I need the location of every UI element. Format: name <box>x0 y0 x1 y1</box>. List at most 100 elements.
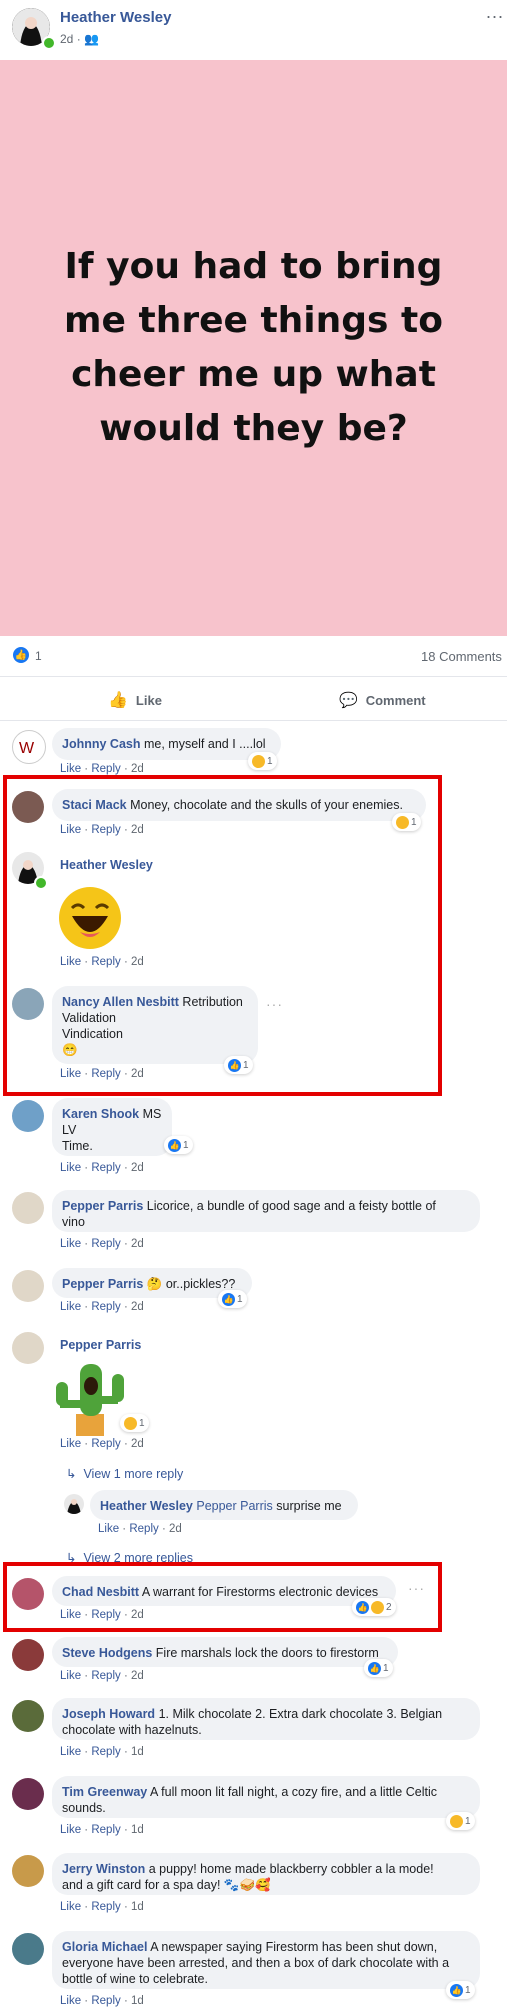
comment-like-link[interactable]: Like <box>60 1901 81 1913</box>
commenter-name[interactable]: Chad Nesbitt <box>62 1585 139 1599</box>
comment-reply-link[interactable]: Reply <box>91 1746 120 1758</box>
commenter-name[interactable]: Pepper Parris <box>62 1199 143 1213</box>
comment-text-line: and a gift card for a spa day! 🐾🥪🥰 <box>62 1878 271 1892</box>
comment-like-link[interactable]: Like <box>60 1162 81 1174</box>
comment-reply-link[interactable]: Reply <box>91 1670 120 1682</box>
commenter-name[interactable]: Johnny Cash <box>62 737 141 751</box>
comment-like-link[interactable]: Like <box>60 1995 81 2007</box>
comment-reply-link[interactable]: Reply <box>91 824 120 836</box>
commenter-name[interactable]: Joseph Howard <box>62 1707 155 1721</box>
comment-like-link[interactable]: Like <box>60 1609 81 1621</box>
comment-like-link[interactable]: Like <box>98 1523 119 1535</box>
comment-like-link[interactable]: Like <box>60 1824 81 1836</box>
comment-reply-link[interactable]: Reply <box>91 1068 120 1080</box>
commenter-avatar[interactable] <box>12 1855 44 1887</box>
comment-button[interactable]: 💬 Comment <box>339 680 426 720</box>
cactus-sticker[interactable] <box>48 1356 132 1438</box>
comment-reply-link[interactable]: Reply <box>91 1301 120 1313</box>
commenter-name[interactable]: Nancy Allen Nesbitt <box>62 995 179 1009</box>
comment-reactions[interactable]: 👍 1 <box>164 1136 193 1154</box>
commenter-avatar[interactable]: W <box>12 730 46 764</box>
commenter-avatar[interactable] <box>64 1494 84 1514</box>
comment-time: 2d <box>130 1438 144 1450</box>
post-more-options-button[interactable]: ... <box>486 2 504 23</box>
post-image[interactable]: If you had to bring me three things to c… <box>0 60 507 636</box>
comment-reactions[interactable]: 1 <box>248 752 277 770</box>
comment-reactions[interactable]: 👍 1 <box>218 1290 247 1308</box>
comment-text: a puppy! home made blackberry cobbler a … <box>148 1862 434 1876</box>
comment-like-link[interactable]: Like <box>60 956 81 968</box>
view-more-replies-link[interactable]: ↳ View 2 more replies <box>66 1550 193 1562</box>
comment-like-link[interactable]: Like <box>60 1438 81 1450</box>
comment-reactions[interactable]: 1 <box>446 1812 475 1830</box>
comment-time: 1d <box>130 1824 144 1836</box>
commenter-avatar[interactable] <box>12 1778 44 1810</box>
commenter-name[interactable]: Gloria Michael <box>62 1940 147 1954</box>
commenter-name[interactable]: Jerry Winston <box>62 1862 145 1876</box>
comment-reactions[interactable]: 1 <box>392 813 421 831</box>
comment-reply-link[interactable]: Reply <box>91 1238 120 1250</box>
commenter-avatar[interactable] <box>12 1192 44 1224</box>
commenter-name[interactable]: Heather Wesley <box>100 1499 193 1513</box>
comment-reply-link[interactable]: Reply <box>91 956 120 968</box>
comment-reply-link[interactable]: Reply <box>91 1995 120 2007</box>
commenter-name[interactable]: Pepper Parris <box>60 1338 141 1352</box>
commenter-name[interactable]: Karen Shook <box>62 1107 139 1121</box>
comment-text-line: everyone have been arrested, and then a … <box>62 1956 450 1970</box>
like-count[interactable]: 1 <box>35 649 42 663</box>
comment-reply-link[interactable]: Reply <box>91 1901 120 1913</box>
comment-item: Heather Wesley Like · Reply · 2d <box>0 850 507 975</box>
post-author-name[interactable]: Heather Wesley <box>60 9 171 26</box>
commenter-avatar[interactable] <box>12 1639 44 1671</box>
comment-text: A newspaper saying Firestorm has been sh… <box>150 1940 438 1954</box>
comment-text: Retribution <box>182 995 243 1009</box>
comment-like-link[interactable]: Like <box>60 763 81 775</box>
comment-like-link[interactable]: Like <box>60 1670 81 1682</box>
like-reaction-icon[interactable]: 👍 <box>13 647 29 663</box>
commenter-name[interactable]: Tim Greenway <box>62 1785 147 1799</box>
comment-reply-link[interactable]: Reply <box>129 1523 158 1535</box>
commenter-avatar[interactable] <box>12 988 44 1020</box>
comment-reply-link[interactable]: Reply <box>91 1609 120 1621</box>
svg-text:W: W <box>19 740 35 757</box>
comment-reactions[interactable]: 👍 1 <box>364 1659 393 1677</box>
comment-item: Tim Greenway A full moon lit fall night,… <box>0 1776 507 1838</box>
laughing-sticker[interactable] <box>58 886 122 950</box>
commenter-name[interactable]: Steve Hodgens <box>62 1646 152 1660</box>
view-more-replies-link[interactable]: ↳ View 1 more reply <box>66 1466 183 1481</box>
comment-reply-link[interactable]: Reply <box>91 1824 120 1836</box>
comment-more-options-button[interactable]: ··· <box>266 996 283 1012</box>
commenter-avatar[interactable] <box>12 1332 44 1364</box>
comment-reply-link[interactable]: Reply <box>91 1162 120 1174</box>
comment-reactions[interactable]: 1 <box>120 1414 149 1432</box>
comment-like-link[interactable]: Like <box>60 1746 81 1758</box>
comment-more-options-button[interactable]: ··· <box>408 1580 425 1596</box>
commenter-avatar[interactable] <box>12 1270 44 1302</box>
commenter-avatar[interactable] <box>12 791 44 823</box>
comment-reactions[interactable]: 👍 1 <box>224 1056 253 1074</box>
commenter-avatar[interactable] <box>12 1700 44 1732</box>
commenter-name[interactable]: Staci Mack <box>62 798 127 812</box>
comment-reply-link[interactable]: Reply <box>91 1438 120 1450</box>
commenter-name[interactable]: Pepper Parris <box>62 1277 143 1291</box>
comment-reply-link[interactable]: Reply <box>91 763 120 775</box>
comment-like-link[interactable]: Like <box>60 1068 81 1080</box>
comment-reactions[interactable]: 👍 1 <box>446 1981 475 1999</box>
comment-text: 🤔 or..pickles?? <box>146 1277 236 1291</box>
commenter-avatar[interactable] <box>12 1933 44 1965</box>
comment-item: W Johnny Cash me, myself and I ....lol 1… <box>0 728 507 780</box>
commenter-avatar[interactable] <box>12 1100 44 1132</box>
comment-text-line: LV <box>62 1123 77 1137</box>
haha-reaction-icon <box>252 754 265 768</box>
comment-item: Gloria Michael A newspaper saying Firest… <box>0 1931 507 2011</box>
commenter-name[interactable]: Heather Wesley <box>60 858 153 872</box>
like-button[interactable]: 👍 Like <box>108 680 162 720</box>
comment-like-link[interactable]: Like <box>60 1301 81 1313</box>
comment-like-link[interactable]: Like <box>60 824 81 836</box>
tagged-user[interactable]: Pepper Parris <box>196 1499 272 1513</box>
comment-reactions[interactable]: 👍 2 <box>352 1598 396 1616</box>
comment-like-link[interactable]: Like <box>60 1238 81 1250</box>
comments-count[interactable]: 18 Comments <box>421 649 502 664</box>
comment-item: Steve Hodgens Fire marshals lock the doo… <box>0 1637 507 1687</box>
commenter-avatar[interactable] <box>12 1578 44 1610</box>
